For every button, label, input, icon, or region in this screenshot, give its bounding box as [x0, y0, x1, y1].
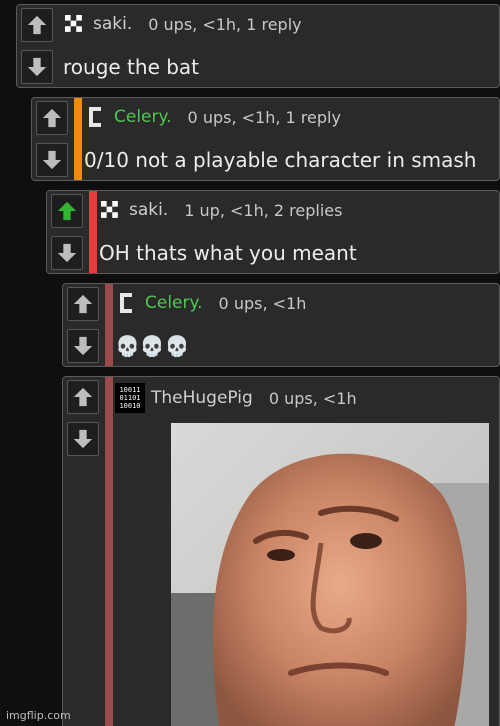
bracket-avatar-icon[interactable] — [115, 292, 137, 314]
comment-text: rouge the bat — [63, 55, 200, 79]
up-arrow-icon — [57, 201, 77, 221]
downvote-button[interactable] — [67, 329, 99, 363]
comment-stats: 0 ups, <1h, 1 reply — [148, 14, 302, 34]
upvote-button-active[interactable] — [51, 194, 83, 228]
up-arrow-icon — [73, 294, 93, 314]
up-arrow-icon — [42, 108, 62, 128]
vote-column — [17, 5, 57, 87]
down-arrow-icon — [27, 57, 47, 77]
username-link[interactable]: saki. — [93, 14, 132, 34]
comment-stats: 0 ups, <1h — [218, 293, 307, 313]
downvote-button[interactable] — [67, 422, 99, 456]
comment-stats: 1 up, <1h, 2 replies — [184, 200, 343, 220]
imgflip-watermark: imgflip.com — [6, 709, 71, 722]
thread-bar-red — [89, 191, 97, 273]
upvote-button[interactable] — [36, 101, 68, 135]
up-arrow-icon — [73, 387, 93, 407]
upvote-button[interactable] — [67, 287, 99, 321]
down-arrow-icon — [42, 150, 62, 170]
binary-avatar-icon[interactable]: 10011 01101 10010 — [115, 383, 145, 413]
comment-meta: saki. 0 ups, <1h, 1 reply — [63, 13, 493, 35]
checker-avatar-icon[interactable] — [99, 199, 121, 221]
avatar-binary-line: 01101 — [119, 394, 141, 402]
comment-3: saki. 1 up, <1h, 2 replies OH thats what… — [46, 190, 500, 274]
comment-meta: saki. 1 up, <1h, 2 replies — [99, 199, 493, 221]
thread-bar-muted — [105, 377, 113, 726]
down-arrow-icon — [57, 243, 77, 263]
comment-content: saki. 1 up, <1h, 2 replies OH thats what… — [99, 191, 493, 273]
username-link[interactable]: Celery. — [145, 293, 203, 313]
up-arrow-icon — [27, 15, 47, 35]
comment-content: saki. 0 ups, <1h, 1 reply rouge the bat — [63, 5, 493, 87]
bald-man-raised-eyebrow-image[interactable] — [171, 423, 489, 726]
comment-meta: Celery. 0 ups, <1h — [115, 292, 493, 314]
comment-4: Celery. 0 ups, <1h 💀💀💀 — [62, 283, 500, 367]
username-link[interactable]: TheHugePig — [151, 388, 253, 408]
comment-5: 10011 01101 10010 TheHugePig 0 ups, <1h — [62, 376, 500, 726]
comment-text: 💀💀💀 — [115, 334, 190, 358]
comment-stats: 0 ups, <1h — [268, 388, 357, 408]
checker-avatar-icon[interactable] — [63, 13, 85, 35]
vote-column — [47, 191, 87, 273]
comment-stats: 0 ups, <1h, 1 reply — [187, 107, 341, 127]
bracket-avatar-icon[interactable] — [84, 106, 106, 128]
downvote-button[interactable] — [51, 236, 83, 270]
vote-column — [63, 284, 103, 366]
comment-content: Celery. 0 ups, <1h, 1 reply 0/10 not a p… — [84, 98, 493, 180]
thread-bar-orange — [74, 98, 82, 180]
down-arrow-icon — [73, 429, 93, 449]
comment-thread-page: saki. 0 ups, <1h, 1 reply rouge the bat … — [0, 0, 500, 726]
avatar-binary-line: 10011 — [119, 386, 141, 394]
comment-text: OH thats what you meant — [99, 241, 357, 265]
comment-meta: Celery. 0 ups, <1h, 1 reply — [84, 106, 493, 128]
comment-1: saki. 0 ups, <1h, 1 reply rouge the bat — [16, 4, 500, 88]
vote-column — [63, 377, 103, 726]
comment-content: 10011 01101 10010 TheHugePig 0 ups, <1h — [115, 377, 493, 726]
downvote-button[interactable] — [21, 50, 53, 84]
comment-2: Celery. 0 ups, <1h, 1 reply 0/10 not a p… — [31, 97, 500, 181]
comment-text: 0/10 not a playable character in smash — [84, 148, 477, 172]
vote-column — [32, 98, 72, 180]
comment-meta: 10011 01101 10010 TheHugePig 0 ups, <1h — [115, 383, 493, 413]
downvote-button[interactable] — [36, 143, 68, 177]
username-link[interactable]: Celery. — [114, 107, 172, 127]
down-arrow-icon — [73, 336, 93, 356]
avatar-binary-line: 10010 — [119, 402, 141, 410]
username-link[interactable]: saki. — [129, 200, 168, 220]
comment-content: Celery. 0 ups, <1h 💀💀💀 — [115, 284, 493, 366]
upvote-button[interactable] — [67, 380, 99, 414]
thread-bar-muted — [105, 284, 113, 366]
upvote-button[interactable] — [21, 8, 53, 42]
